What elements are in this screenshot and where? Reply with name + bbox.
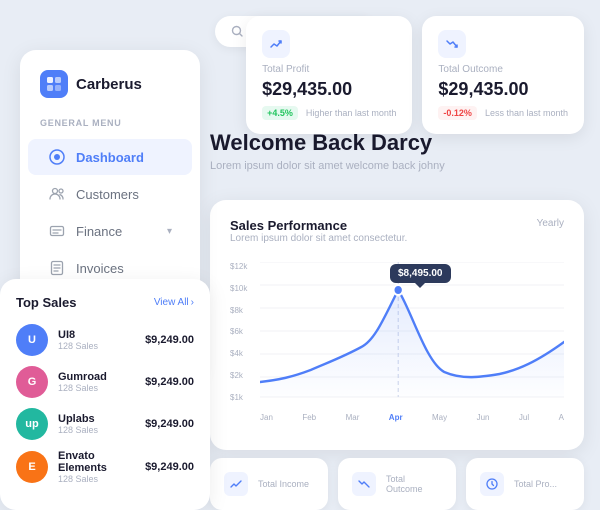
sales-amount-envato: $9,249.00	[145, 461, 194, 473]
avatar-gumroad: G	[16, 366, 48, 398]
profit-value: $29,435.00	[262, 79, 396, 100]
chart-area: $1k $2k $4k $6k $8k $10k $12k	[230, 262, 564, 422]
sales-name-uplabs: Uplabs	[58, 413, 135, 425]
sales-item-uplabs: up Uplabs 128 Sales $9,249.00	[16, 408, 194, 440]
sidebar-item-customers[interactable]: Customers	[28, 176, 192, 212]
sales-count-gumroad: 128 Sales	[58, 383, 135, 393]
dashboard-label: Dashboard	[76, 150, 144, 165]
sales-item-envato: E Envato Elements 128 Sales $9,249.00	[16, 450, 194, 484]
outcome-badge: -0.12%	[438, 106, 477, 120]
income-icon	[224, 472, 248, 496]
stat-cards-row: Total Profit $29,435.00 +4.5% Higher tha…	[246, 16, 584, 134]
outcome-bottom-label: Total Outcome	[386, 474, 442, 494]
welcome-section: Welcome Back Darcy Lorem ipsum dolor sit…	[210, 130, 584, 172]
outcome-value: $29,435.00	[438, 79, 568, 100]
profit-badge: +4.5%	[262, 106, 298, 120]
view-all-link[interactable]: View All ›	[154, 297, 194, 308]
finance-label: Finance	[76, 224, 122, 239]
dashboard-icon	[48, 148, 66, 166]
chart-x-labels: Jan Feb Mar Apr May Jun Jul A	[260, 413, 564, 422]
bottom-stat-card-profit: Total Pro...	[466, 458, 584, 510]
income-label: Total Income	[258, 479, 309, 489]
chart-subtitle: Lorem ipsum dolor sit amet consectetur.	[230, 233, 407, 244]
invoices-label: Invoices	[76, 261, 124, 276]
invoices-icon	[48, 259, 66, 277]
chart-header: Sales Performance Lorem ipsum dolor sit …	[230, 218, 564, 254]
profit-desc: Higher than last month	[306, 108, 397, 118]
sales-amount-uplabs: $9,249.00	[145, 418, 194, 430]
bottom-stat-cards: Total Income Total Outcome Total Pro...	[210, 458, 584, 510]
bottom-stat-card-outcome: Total Outcome	[338, 458, 456, 510]
sales-amount-gumroad: $9,249.00	[145, 376, 194, 388]
sales-amount-ui8: $9,249.00	[145, 334, 194, 346]
top-sales-card: Top Sales View All › U UI8 128 Sales $9,…	[0, 279, 210, 510]
top-sales-title: Top Sales	[16, 295, 76, 310]
logo-text: Carberus	[76, 76, 142, 93]
outcome-icon	[438, 30, 466, 58]
profit-bottom-icon	[480, 472, 504, 496]
profit-bottom-label: Total Pro...	[514, 479, 557, 489]
sales-count-ui8: 128 Sales	[58, 341, 135, 351]
sales-item-ui8: U UI8 128 Sales $9,249.00	[16, 324, 194, 356]
stat-card-profit: Total Profit $29,435.00 +4.5% Higher tha…	[246, 16, 412, 134]
top-sales-header: Top Sales View All ›	[16, 295, 194, 310]
chart-period[interactable]: Yearly	[537, 218, 564, 229]
sales-name-gumroad: Gumroad	[58, 371, 135, 383]
finance-icon	[48, 222, 66, 240]
sidebar-item-dashboard[interactable]: Dashboard	[28, 139, 192, 175]
avatar-uplabs: up	[16, 408, 48, 440]
chart-title: Sales Performance	[230, 218, 407, 233]
finance-chevron: ▾	[167, 226, 172, 237]
sales-count-uplabs: 128 Sales	[58, 425, 135, 435]
avatar-ui8: U	[16, 324, 48, 356]
profit-icon	[262, 30, 290, 58]
sales-name-ui8: UI8	[58, 329, 135, 341]
chart-svg	[260, 262, 564, 402]
logo-icon	[40, 70, 68, 98]
welcome-subtitle: Lorem ipsum dolor sit amet welcome back …	[210, 160, 584, 172]
sales-item-gumroad: G Gumroad 128 Sales $9,249.00	[16, 366, 194, 398]
sidebar-item-finance[interactable]: Finance ▾	[28, 213, 192, 249]
customers-label: Customers	[76, 187, 139, 202]
stat-card-outcome: Total Outcome $29,435.00 -0.12% Less tha…	[422, 16, 584, 134]
chart-tooltip: $8,495.00	[390, 264, 451, 283]
outcome-desc: Less than last month	[485, 108, 568, 118]
outcome-bottom-icon	[352, 472, 376, 496]
sidebar-logo: Carberus	[20, 70, 200, 118]
sidebar-section-label: General Menu	[20, 118, 200, 138]
chart-y-labels: $1k $2k $4k $6k $8k $10k $12k	[230, 262, 258, 402]
bottom-stat-card-income: Total Income	[210, 458, 328, 510]
outcome-label: Total Outcome	[438, 64, 568, 75]
sales-name-envato: Envato Elements	[58, 450, 135, 474]
customers-icon	[48, 185, 66, 203]
search-icon	[231, 25, 244, 38]
sales-count-envato: 128 Sales	[58, 474, 135, 484]
avatar-envato: E	[16, 451, 48, 483]
profit-label: Total Profit	[262, 64, 396, 75]
chart-card: Sales Performance Lorem ipsum dolor sit …	[210, 200, 584, 450]
